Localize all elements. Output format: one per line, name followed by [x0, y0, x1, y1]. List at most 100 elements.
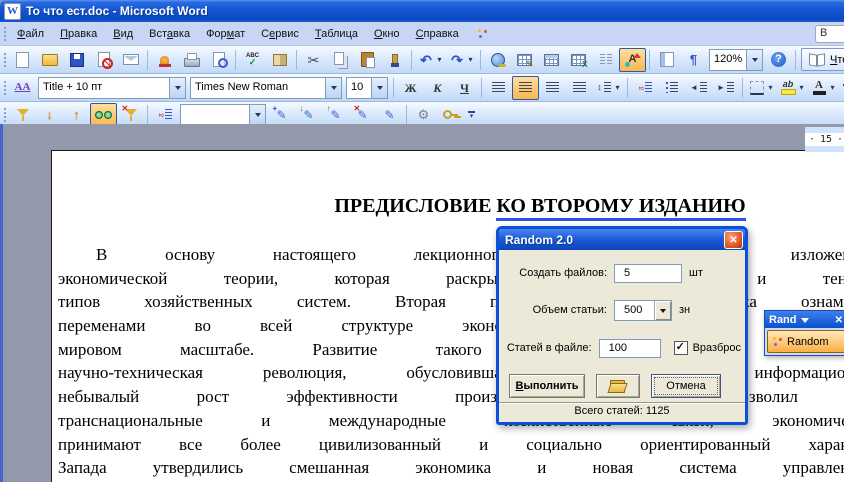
stamp-button[interactable] [151, 48, 178, 72]
document-map-button[interactable] [653, 48, 680, 72]
run-button[interactable]: Выполнить [509, 374, 585, 398]
bold-button[interactable]: Ж [397, 76, 424, 100]
undo-dropdown-button[interactable] [435, 49, 444, 71]
formatting-toolbar-drag-handle[interactable] [2, 79, 7, 96]
menubar-drag-handle[interactable] [2, 25, 7, 42]
align-center-button[interactable] [512, 75, 539, 100]
items-filter-dropdown-button[interactable] [249, 104, 265, 125]
font-color-dropdown-button[interactable] [828, 77, 837, 99]
styles-and-formatting-button[interactable]: АА [9, 76, 36, 100]
menu-window[interactable]: Окно [366, 24, 408, 44]
redo-dropdown-button[interactable] [466, 49, 475, 71]
protection-key-button[interactable] [437, 103, 464, 127]
show-hide-marks-button[interactable]: ¶ [680, 48, 707, 72]
style-dropdown-button[interactable] [169, 77, 185, 98]
random-macro-button[interactable]: Random [767, 330, 844, 353]
random-order-checkbox[interactable] [673, 340, 688, 355]
paste-button[interactable] [354, 48, 381, 72]
item-move-up-button[interactable]: ✎ ↑ [322, 103, 349, 127]
move-up-button[interactable]: ↑ [63, 103, 90, 127]
numbered-list-button[interactable] [631, 76, 658, 100]
menu-edit[interactable]: Правка [52, 24, 105, 44]
permission-button[interactable] [90, 48, 117, 72]
save-button[interactable] [63, 48, 90, 72]
insert-table-button[interactable] [538, 48, 565, 72]
zoom-dropdown-button[interactable] [746, 49, 762, 70]
redo-button[interactable]: ↷ [446, 48, 477, 72]
read-mode-button[interactable]: Чтение [801, 48, 844, 71]
create-files-input[interactable] [614, 263, 682, 283]
rand-toolbar-title-bar[interactable]: Rand [765, 311, 844, 328]
format-painter-button[interactable] [381, 48, 408, 72]
style-combo[interactable]: Title + 10 пт [38, 76, 186, 99]
highlight-button[interactable]: ab [777, 76, 808, 100]
borders-button[interactable] [746, 76, 777, 100]
menu-tools[interactable]: Сервис [253, 24, 307, 44]
menu-view[interactable]: Вид [105, 24, 141, 44]
font-size-combo[interactable]: 10 [346, 76, 388, 99]
line-spacing-dropdown-button[interactable] [613, 77, 622, 99]
article-size-combo[interactable]: 500 [614, 299, 672, 321]
italic-button[interactable]: К [424, 76, 451, 100]
item-move-down-button[interactable]: ✎ ↓ [295, 103, 322, 127]
highlight-dropdown-button[interactable] [797, 77, 806, 99]
help-button[interactable]: ? [765, 48, 792, 72]
spelling-button[interactable] [239, 48, 266, 72]
font-color-button[interactable]: А [808, 76, 839, 100]
font-dropdown-button[interactable] [325, 77, 341, 98]
addin-menu-button[interactable] [469, 22, 496, 46]
email-button[interactable] [117, 48, 144, 72]
help-question-box[interactable]: В [815, 25, 844, 43]
hyperlink-button[interactable] [484, 48, 511, 72]
custom-toolbar-drag-handle[interactable] [2, 106, 7, 123]
rand-dropdown-icon[interactable] [800, 317, 809, 327]
item-edit-button[interactable]: ✎ [376, 103, 403, 127]
print-button[interactable] [178, 48, 205, 72]
tools-button[interactable]: ⚙ [410, 103, 437, 127]
random-dialog-title-bar[interactable]: Random 2.0 [499, 229, 745, 250]
new-document-button[interactable] [9, 48, 36, 72]
decrease-indent-button[interactable]: ◄ [685, 76, 712, 100]
bulleted-list-button[interactable] [658, 76, 685, 100]
standard-toolbar-drag-handle[interactable] [2, 51, 7, 68]
open-button[interactable] [36, 48, 63, 72]
formatting-toolbar-options-button[interactable] [840, 77, 844, 99]
clear-filter-button[interactable]: ✕ [117, 103, 144, 127]
filter-button[interactable] [9, 103, 36, 127]
font-size-dropdown-button[interactable] [371, 77, 387, 98]
menu-table[interactable]: Таблица [307, 24, 366, 44]
underline-button[interactable]: Ч [451, 76, 478, 100]
font-combo[interactable]: Times New Roman [190, 76, 342, 99]
tables-and-borders-button[interactable] [511, 48, 538, 72]
menu-insert[interactable]: Вставка [141, 24, 198, 44]
item-delete-button[interactable]: ✎ ✕ [349, 103, 376, 127]
insert-excel-table-button[interactable] [565, 48, 592, 72]
items-filter-combo[interactable] [180, 103, 266, 126]
menu-help[interactable]: Справка [408, 24, 467, 44]
research-button[interactable] [266, 48, 293, 72]
increase-indent-button[interactable]: ► [712, 76, 739, 100]
item-add-button[interactable]: ✎ + [268, 103, 295, 127]
custom-toolbar-options-button[interactable] [465, 104, 478, 126]
open-folder-button[interactable] [596, 374, 640, 398]
align-right-button[interactable] [539, 76, 566, 100]
menu-format[interactable]: Формат [198, 24, 253, 44]
drawing-button[interactable]: A [619, 47, 646, 72]
menu-file[interactable]: Файл [9, 24, 52, 44]
cancel-button[interactable]: Отмена [651, 374, 721, 398]
zoom-combo[interactable]: 120% [709, 48, 763, 71]
borders-dropdown-button[interactable] [766, 77, 775, 99]
align-left-button[interactable] [485, 76, 512, 100]
move-down-button[interactable]: ↓ [36, 103, 63, 127]
justify-button[interactable] [566, 76, 593, 100]
numbered-items-button[interactable] [151, 103, 178, 127]
preview-items-button[interactable] [90, 102, 117, 127]
line-spacing-button[interactable]: ↕ [593, 76, 624, 100]
print-preview-button[interactable] [205, 48, 232, 72]
cut-button[interactable]: ✂ [300, 48, 327, 72]
columns-button[interactable] [592, 48, 619, 72]
rand-close-button[interactable] [835, 314, 843, 326]
undo-button[interactable]: ↶ [415, 48, 446, 72]
article-size-dropdown-button[interactable] [654, 300, 671, 320]
articles-per-file-input[interactable] [598, 338, 661, 358]
